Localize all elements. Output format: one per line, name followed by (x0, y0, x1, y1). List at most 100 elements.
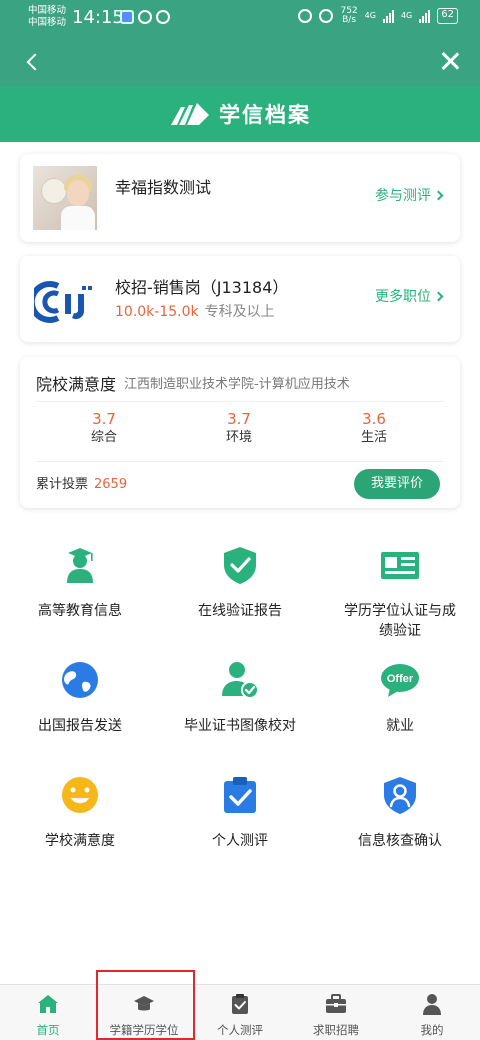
grid-item-certificate-check[interactable]: 毕业证书图像校对 (160, 660, 320, 736)
signal-icon-2 (419, 9, 431, 23)
tab-label: 求职招聘 (313, 1023, 359, 1037)
notification-icons (120, 10, 170, 24)
score-value: 3.6 (362, 410, 386, 428)
alarm-icon (298, 9, 313, 23)
job-title: 校招-销售岗（J13184） (115, 278, 289, 297)
school-name: 江西制造职业技术学院-计算机应用技术 (124, 377, 350, 392)
tab-label: 首页 (36, 1023, 60, 1037)
carrier-info: 中国移动 中国移动 (28, 5, 66, 29)
grid-item-school-satisfaction[interactable]: 学校满意度 (0, 775, 160, 851)
score-label: 生活 (360, 430, 387, 445)
chevron-right-icon (433, 291, 444, 301)
grid-item-personal-assessment[interactable]: 个人测评 (160, 775, 320, 851)
grid-item-education-info[interactable]: 高等教育信息 (0, 545, 160, 621)
company-logo-icon (34, 281, 92, 323)
tab-label: 个人测评 (217, 1023, 263, 1037)
battery-icon: 62 (437, 8, 458, 24)
brand-logo-icon (171, 103, 209, 125)
satisfaction-title: 院校满意度 (36, 375, 117, 394)
network-speed: 752 B/s (340, 7, 357, 25)
more-jobs-link[interactable]: 更多职位 (375, 286, 444, 306)
brand-header: 学信档案 (0, 86, 480, 142)
offer-icon: Offer (381, 664, 419, 697)
grid-item-employment[interactable]: Offer 就业 (320, 660, 480, 736)
mute-icon (319, 9, 334, 23)
score-environment: 3.7 环境 (189, 409, 289, 447)
job-salary: 10.0k-15.0k (115, 304, 199, 320)
offer-badge: Offer (387, 673, 414, 685)
tab-label: 我的 (420, 1023, 444, 1037)
headset-icon (138, 10, 152, 24)
speed-unit: B/s (342, 15, 357, 25)
close-icon[interactable] (438, 49, 462, 73)
grid-label: 出国报告发送 (38, 718, 122, 734)
graduate-icon (67, 548, 93, 583)
back-icon[interactable] (22, 48, 46, 74)
vote-number: 2659 (94, 477, 128, 492)
grid-label: 就业 (386, 718, 414, 734)
survey-card[interactable]: 幸福指数测试 参与测评 (20, 154, 460, 242)
grid-label: 学历学位认证与成绩验证 (344, 603, 456, 639)
shield-check-icon (224, 547, 256, 584)
clipboard-check-icon (232, 994, 248, 1014)
vote-count: 累计投票 2659 (36, 473, 127, 492)
score-life: 3.6 生活 (324, 409, 424, 447)
grid-label: 在线验证报告 (198, 603, 282, 619)
grid-label: 学校满意度 (45, 833, 115, 849)
grid-label: 个人测评 (212, 833, 268, 849)
divider (36, 401, 444, 402)
signal-icon (382, 9, 394, 23)
grid-item-online-report[interactable]: 在线验证报告 (160, 545, 320, 621)
clock: 14:15 (72, 7, 124, 28)
more-jobs-label: 更多职位 (375, 289, 431, 305)
id-card-icon (381, 552, 419, 579)
tab-jobs[interactable]: 求职招聘 (288, 985, 384, 1040)
system-status: 752 B/s 4G 4G 62 (298, 7, 458, 25)
grid-item-overseas-report[interactable]: 出国报告发送 (0, 660, 160, 736)
clipboard-check-icon (224, 777, 256, 813)
score-value: 3.7 (227, 410, 251, 428)
grid-label: 高等教育信息 (38, 603, 122, 619)
job-requirement: 专科及以上 (204, 304, 275, 320)
eye-icon (156, 10, 170, 24)
join-survey-link[interactable]: 参与测评 (375, 185, 444, 205)
carrier-2: 中国移动 (28, 17, 67, 28)
globe-icon (62, 662, 98, 698)
score-label: 综合 (90, 430, 117, 445)
survey-title: 幸福指数测试 (115, 178, 212, 197)
score-overall: 3.7 综合 (54, 409, 154, 447)
status-bar: 中国移动 中国移动 14:15 752 B/s 4G 4G 62 (0, 0, 480, 36)
app-notification-icon (120, 10, 134, 24)
tab-profile[interactable]: 我的 (384, 985, 480, 1040)
user-check-icon (222, 662, 259, 699)
grid-item-degree-verification[interactable]: 学历学位认证与成绩验证 (320, 545, 480, 641)
rate-button[interactable]: 我要评价 (354, 469, 440, 499)
join-survey-label: 参与测评 (375, 188, 431, 204)
carrier-1: 中国移动 (28, 5, 67, 16)
user-icon (423, 994, 441, 1015)
grid-label: 信息核查确认 (358, 833, 442, 849)
home-icon (38, 995, 58, 1013)
shield-user-icon (384, 777, 416, 814)
divider (36, 461, 444, 462)
balloon-smile-icon (41, 178, 67, 204)
satisfaction-card: 院校满意度 江西制造职业技术学院-计算机应用技术 3.7 综合 3.7 环境 3… (20, 357, 460, 508)
tab-assessment[interactable]: 个人测评 (192, 985, 288, 1040)
tab-label: 学籍学历学位 (109, 1023, 179, 1037)
chevron-right-icon (433, 190, 444, 200)
tab-home[interactable]: 首页 (0, 985, 96, 1040)
grid-item-info-verification[interactable]: 信息核查确认 (320, 775, 480, 851)
graduation-cap-icon (134, 996, 154, 1011)
tab-academic-records[interactable]: 学籍学历学位 (96, 985, 192, 1040)
job-card[interactable]: 校招-销售岗（J13184） 10.0k-15.0k 专科及以上 更多职位 (20, 256, 460, 342)
brand-name: 学信档案 (219, 103, 311, 127)
network-type-1: 4G (364, 11, 376, 20)
vote-label: 累计投票 (36, 477, 89, 492)
network-type-2: 4G (400, 11, 413, 20)
score-value: 3.7 (92, 410, 116, 428)
grid-label: 毕业证书图像校对 (184, 718, 296, 734)
nav-bar (0, 36, 480, 86)
survey-image (33, 166, 97, 230)
score-label: 环境 (225, 430, 252, 445)
job-meta: 10.0k-15.0k 专科及以上 (115, 301, 275, 321)
